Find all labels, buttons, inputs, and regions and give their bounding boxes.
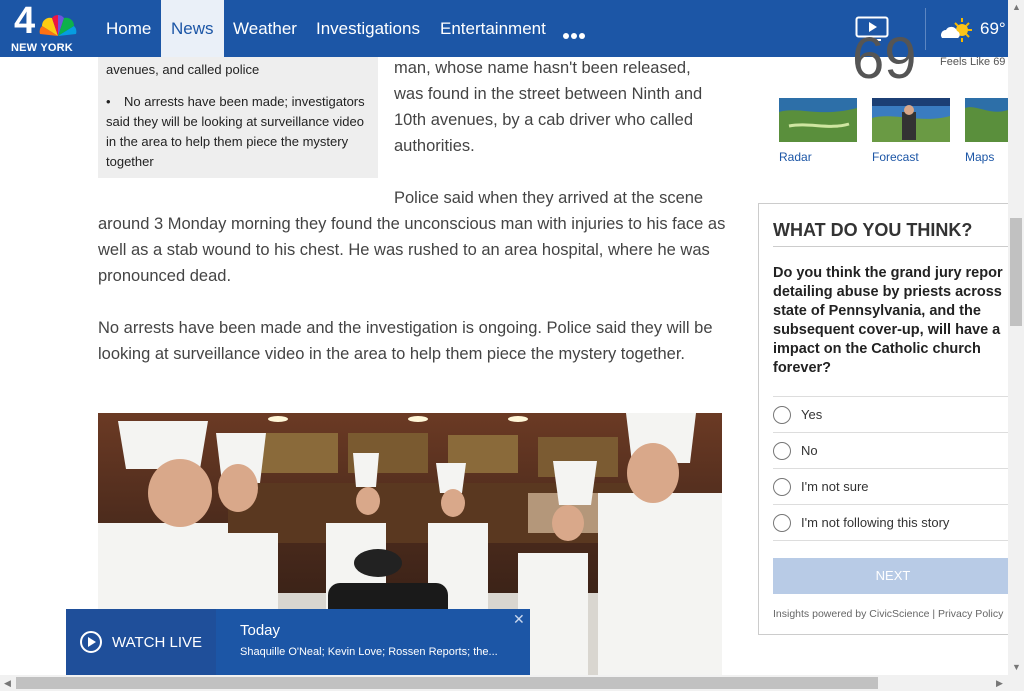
station-name: NEW YORK — [11, 42, 73, 54]
article-paragraph: No arrests have been made and the invest… — [98, 319, 713, 363]
article-paragraph: man, whose name hasn't been released, wa… — [394, 59, 703, 155]
maps-link[interactable]: Maps — [965, 150, 994, 164]
radar-thumbnail[interactable] — [779, 98, 857, 142]
ellipsis-icon[interactable] — [563, 26, 589, 39]
summary-text-top: avenues, and called police — [106, 62, 260, 77]
weather-big-temperature: 69 — [852, 26, 917, 91]
article-paragraph: Police said when they arrived at the sce… — [98, 189, 726, 285]
play-circle-icon — [80, 631, 102, 653]
radio-button[interactable] — [773, 442, 791, 460]
watch-live-label: WATCH LIVE — [112, 634, 203, 651]
radar-link[interactable]: Radar — [779, 150, 812, 164]
vertical-scroll-thumb[interactable] — [1010, 218, 1022, 326]
scroll-up-icon[interactable]: ▲ — [1012, 2, 1021, 12]
forecast-link[interactable]: Forecast — [872, 150, 919, 164]
radio-button[interactable] — [773, 406, 791, 424]
forecast-thumbnail[interactable] — [872, 98, 950, 142]
poll-option-label: I'm not sure — [801, 479, 869, 494]
vertical-scrollbar[interactable] — [1008, 0, 1024, 675]
partly-cloudy-icon[interactable] — [938, 16, 974, 44]
poll-divider — [773, 246, 1013, 247]
radio-button[interactable] — [773, 514, 791, 532]
poll-option-label: I'm not following this story — [801, 515, 950, 530]
scroll-down-icon[interactable]: ▼ — [1012, 662, 1021, 672]
feels-like-text: Feels Like 69 — [940, 56, 1006, 68]
summary-bullet: • No arrests have been made; investigator… — [106, 94, 365, 169]
horizontal-scroll-thumb[interactable] — [16, 677, 878, 689]
close-icon[interactable]: ✕ — [513, 611, 525, 628]
maps-thumbnail[interactable] — [965, 98, 1008, 142]
radio-button[interactable] — [773, 478, 791, 496]
summary-bullet-text: No arrests have been made; investigators… — [106, 94, 365, 169]
nav-divider — [925, 8, 926, 50]
poll-next-button[interactable]: NEXT — [773, 558, 1013, 594]
nav-entertainment[interactable]: Entertainment — [430, 0, 556, 57]
nbc4-logo[interactable]: 4 NEW YORK — [8, 0, 82, 54]
nav-news[interactable]: News — [161, 0, 224, 57]
live-show-title: Today — [240, 622, 281, 639]
poll-question: Do you think the grand jury repor detail… — [773, 265, 1003, 376]
nav-weather[interactable]: Weather — [223, 0, 307, 57]
poll-option[interactable]: I'm not sure — [773, 468, 1013, 504]
watch-live-bar[interactable]: WATCH LIVE Today Shaquille O'Neal; Kevin… — [66, 609, 530, 675]
poll-title: WHAT DO YOU THINK? — [773, 220, 973, 240]
poll-widget: WHAT DO YOU THINK? Do you think the gran… — [758, 203, 1018, 635]
watch-live-button[interactable]: WATCH LIVE — [66, 609, 216, 675]
scroll-left-icon[interactable]: ◀ — [4, 678, 11, 689]
peacock-icon — [39, 15, 77, 36]
nav-home[interactable]: Home — [96, 0, 161, 57]
poll-option[interactable]: Yes — [773, 396, 1013, 432]
scroll-right-icon[interactable]: ▶ — [996, 678, 1003, 689]
live-show-description: Shaquille O'Neal; Kevin Love; Rossen Rep… — [240, 646, 498, 658]
nav-investigations[interactable]: Investigations — [306, 0, 430, 57]
channel-number: 4 — [14, 0, 36, 42]
poll-option[interactable]: I'm not following this story — [773, 504, 1013, 541]
poll-footer[interactable]: Insights powered by CivicScience | Priva… — [773, 608, 1003, 620]
poll-option-label: No — [801, 443, 818, 458]
poll-option-label: Yes — [801, 407, 823, 422]
article-summary-box: avenues, and called police • No arrests h… — [98, 57, 378, 178]
poll-option[interactable]: No — [773, 432, 1013, 468]
current-temperature[interactable]: 69° — [980, 19, 1006, 39]
